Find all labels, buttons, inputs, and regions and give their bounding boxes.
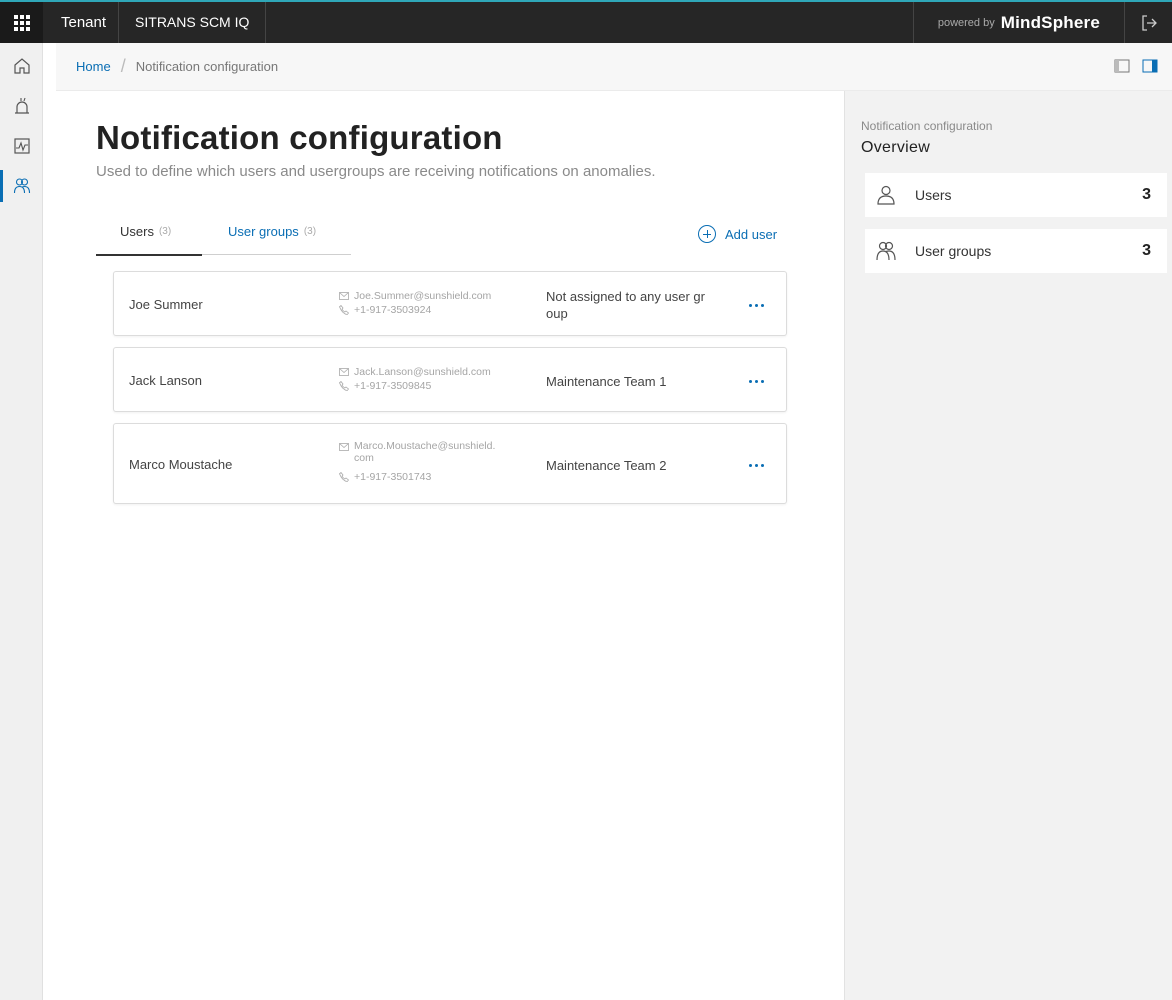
user-email-line1: Marco.Moustache@sunshield. [354,440,496,452]
overview-users-count: 3 [1142,186,1151,203]
more-actions-icon[interactable] [744,374,768,388]
breadcrumb-home-link[interactable]: Home [76,59,111,74]
top-bar: Tenant SITRANS SCM IQ powered by MindSph… [0,0,1172,43]
user-group-icon [876,241,896,261]
layout-toggle-group [1114,58,1158,74]
user-group-text-line2: oup [546,306,568,321]
user-group-text-line1: Maintenance Team 1 [546,374,667,389]
overview-users-label: Users [915,187,952,203]
tab-user-groups[interactable]: User groups (3) [202,219,316,255]
toggle-left-panel-icon[interactable] [1114,58,1130,74]
phone-icon [339,381,349,391]
add-user-label: Add user [725,226,778,242]
user-group-text-line1: Maintenance Team 2 [546,458,667,473]
phone-icon [339,305,349,315]
user-contact: Joe.Summer@sunshield.com +1-917-3503924 [339,289,491,317]
user-contact: Jack.Lanson@sunshield.com +1-917-3509845 [339,365,491,393]
overview-title: Overview [861,139,931,156]
topbar-divider [265,2,267,43]
page-title: Notification configuration [96,119,503,156]
tab-users-label: Users [120,224,154,239]
user-group-icon [13,178,30,194]
nav-alerts[interactable] [0,86,43,126]
phone-icon [339,472,349,482]
logout-button[interactable] [1124,2,1172,43]
logout-icon [1141,14,1157,31]
mail-icon [339,292,349,300]
user-group-assignment: Maintenance Team 2 [546,457,726,474]
user-card: Joe Summer Joe.Summer@sunshield.com +1-9… [113,271,787,336]
powered-by-text: powered by [937,16,995,29]
nav-monitoring[interactable] [0,126,43,166]
user-phone: +1-917-3503924 [354,304,432,316]
alarm-icon [14,97,29,114]
pulse-chart-icon [13,138,30,154]
overview-user-groups-card[interactable]: User groups 3 [865,229,1167,273]
more-actions-icon[interactable] [744,298,768,312]
mail-icon [339,443,349,451]
user-email[interactable]: Jack.Lanson@sunshield.com [354,365,491,379]
overview-user-groups-label: User groups [915,243,992,259]
user-card: Marco Moustache Marco.Moustache@sunshiel… [113,423,787,504]
overview-panel: Notification configuration Overview User… [844,91,1172,1000]
add-user-button[interactable]: Add user [698,225,777,243]
breadcrumb-separator: / [120,56,126,76]
user-group-assignment: Not assigned to any user gr oup [546,288,726,322]
user-contact: Marco.Moustache@sunshield. com +1-917-35… [339,440,495,484]
overview-users-card[interactable]: Users 3 [865,173,1167,217]
brand-logo: powered by MindSphere [912,2,1124,43]
grid-icon [13,14,30,31]
breadcrumb: Home / Notification configuration [56,43,1172,91]
app-launcher-button[interactable] [0,2,43,43]
tenant-label[interactable]: Tenant [43,2,118,43]
user-group-text-line1: Not assigned to any user gr [546,289,705,304]
add-circle-icon [698,225,716,243]
toggle-right-panel-icon[interactable] [1142,58,1158,74]
tab-bar: Users (3) User groups (3) [96,219,351,256]
left-navigation [0,43,43,1000]
user-email[interactable]: Marco.Moustache@sunshield. com [354,440,495,464]
tab-users[interactable]: Users (3) [96,219,202,256]
user-name: Jack Lanson [129,373,202,388]
breadcrumb-current: Notification configuration [135,59,279,74]
user-email[interactable]: Joe.Summer@sunshield.com [354,289,491,303]
mail-icon [339,368,349,376]
user-name: Marco Moustache [129,457,233,472]
user-icon [877,185,895,205]
nav-users[interactable] [0,166,43,206]
home-icon [13,58,30,74]
overview-context-label: Notification configuration [861,119,993,133]
page-subtitle: Used to define which users and usergroup… [96,163,656,180]
tab-users-count: (3) [158,226,172,237]
nav-home[interactable] [0,46,43,86]
brand-name: MindSphere [1000,12,1100,32]
app-name: SITRANS SCM IQ [135,14,250,30]
overview-user-groups-count: 3 [1142,242,1151,259]
user-group-assignment: Maintenance Team 1 [546,373,726,390]
tab-user-groups-label: User groups [228,224,299,239]
user-email-line2: com [354,452,374,464]
main-content: Notification configuration Used to defin… [56,91,844,1000]
user-phone: +1-917-3509845 [354,380,432,392]
user-phone: +1-917-3501743 [354,471,432,483]
more-actions-icon[interactable] [744,458,768,472]
user-card: Jack Lanson Jack.Lanson@sunshield.com +1… [113,347,787,412]
tab-user-groups-count: (3) [303,226,317,237]
user-name: Joe Summer [129,297,203,312]
